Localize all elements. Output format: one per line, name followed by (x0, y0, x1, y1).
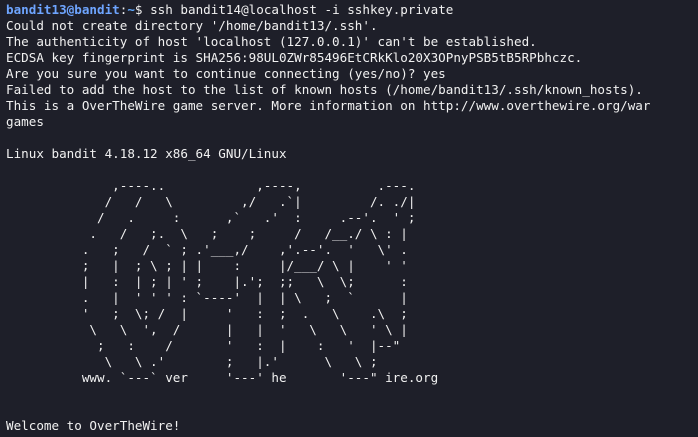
output-line: Could not create directory '/home/bandit… (6, 18, 378, 33)
ascii-art-line: . ; / ` ; .'___,/ ,'.--'. ' \' . (6, 242, 408, 257)
prompt-user-host: bandit13@bandit (6, 2, 120, 17)
ascii-art-line: \ \ ', / | | ' \ \ ' \ | (6, 322, 408, 337)
output-line: Failed to add the host to the list of kn… (6, 82, 643, 97)
terminal-window[interactable]: bandit13@bandit:~$ ssh bandit14@localhos… (0, 0, 698, 437)
prompt-path: ~ (127, 2, 135, 17)
ascii-art-line: ,----.. ,----, .---. (6, 178, 416, 193)
ascii-art-line: ; | ; \ ; | | : |/___/ \ | ' ' (6, 258, 408, 273)
ascii-art-line: ; : / ' : | : ' |--" (6, 338, 401, 353)
prompt-symbol: $ (134, 2, 151, 17)
ascii-art-line: / / \ ,/ .`| /. ./| (6, 194, 416, 209)
output-line: This is a OverTheWire game server. More … (6, 98, 651, 113)
ascii-art-line: / . : ,` .' : .--'. ' ; (6, 210, 416, 225)
ascii-art-line: | : | ; | ' ; |.'; ;; \ \; : (6, 274, 408, 289)
ascii-art-line: ' ; \; / | ' : ; . \ .\ ; (6, 306, 408, 321)
system-info-line: Linux bandit 4.18.12 x86_64 GNU/Linux (6, 146, 287, 161)
ascii-art-line: \ \ .' ; |.' \ \ ; (6, 354, 378, 369)
command-line: bandit13@bandit:~$ ssh bandit14@localhos… (6, 2, 698, 18)
output-line: Are you sure you want to continue connec… (6, 66, 446, 81)
output-line: games (6, 114, 44, 129)
output-line: The authenticity of host 'localhost (127… (6, 34, 537, 49)
overthewire-ascii-logo: ,----.. ,----, .---. / / \ ,/ .`| /. ./|… (6, 178, 698, 386)
output-line: ECDSA key fingerprint is SHA256:98UL0ZWr… (6, 50, 583, 65)
ascii-art-line: . | ' ' ' : `----' | | \ ; ` | (6, 290, 408, 305)
ascii-art-line: . / ;. \ ; ; / /__./ \ : | (6, 226, 408, 241)
command-text: ssh bandit14@localhost -i sshkey.private (150, 2, 454, 17)
welcome-message: Welcome to OverTheWire! (6, 418, 181, 433)
ascii-art-line: www. `---` ver '---' he '---" ire.org (6, 370, 439, 385)
